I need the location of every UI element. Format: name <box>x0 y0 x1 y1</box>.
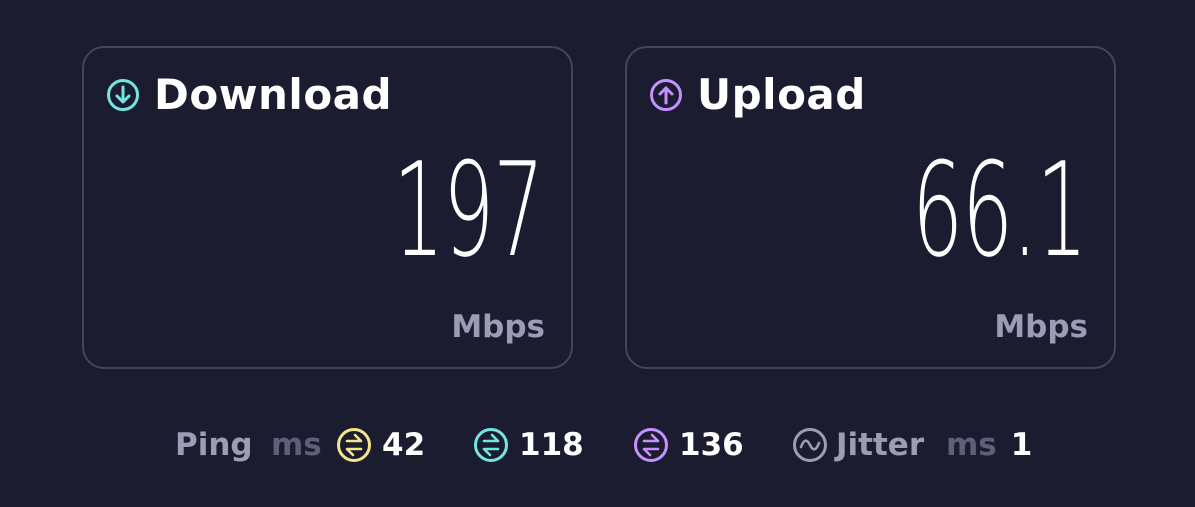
arrow-up-circle-icon <box>649 78 683 112</box>
upload-speed-value: 66.1 <box>911 134 1087 286</box>
jitter-label: Jitter <box>836 427 925 463</box>
download-card: Download 197 Mbps <box>82 46 573 369</box>
arrow-down-circle-icon <box>106 78 140 112</box>
ping-idle-stat: 42 <box>336 423 425 467</box>
download-speed-value: 197 <box>392 134 544 286</box>
ping-download-stat: 118 <box>473 423 584 467</box>
latency-stats-row: Ping ms 42 118 136 Jitter ms 1 <box>0 423 1195 467</box>
download-speed-unit: Mbps <box>451 309 545 345</box>
ping-label: Ping <box>175 427 253 463</box>
ping-download-value: 118 <box>519 427 584 463</box>
download-header: Download <box>106 70 392 120</box>
jitter-value: 1 <box>1010 427 1033 463</box>
idle-latency-icon <box>336 427 372 463</box>
upload-latency-icon <box>633 427 669 463</box>
ping-upload-value: 136 <box>679 427 744 463</box>
upload-title: Upload <box>697 70 866 119</box>
upload-header: Upload <box>649 70 866 120</box>
jitter-unit-group: ms 1 <box>946 423 1032 467</box>
upload-card: Upload 66.1 Mbps <box>625 46 1116 369</box>
ping-idle-value: 42 <box>382 427 426 463</box>
jitter-wave-icon <box>792 427 828 463</box>
speed-test-results: Download 197 Mbps Upload 66.1 Mbps Ping … <box>0 0 1195 507</box>
upload-speed-unit: Mbps <box>994 309 1088 345</box>
ping-unit: ms <box>271 427 322 463</box>
jitter-stat: Jitter <box>792 423 924 467</box>
download-latency-icon <box>473 427 509 463</box>
ping-upload-stat: 136 <box>633 423 744 467</box>
jitter-unit: ms <box>946 427 997 463</box>
download-title: Download <box>154 70 393 119</box>
